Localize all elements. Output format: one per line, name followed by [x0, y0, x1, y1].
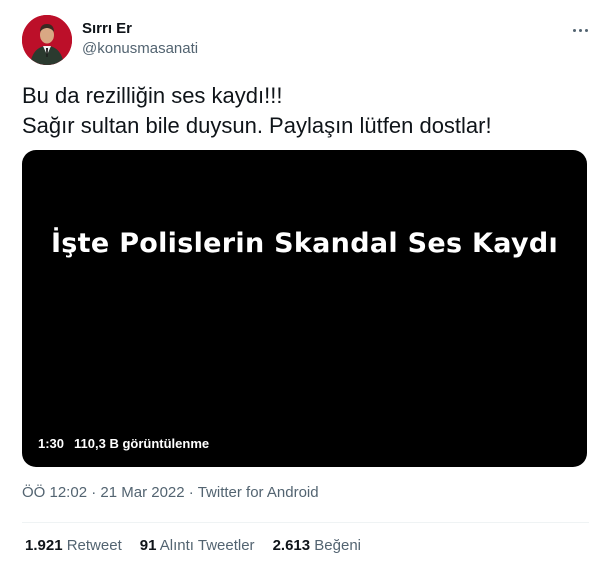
video-view-count: 110,3 B görüntülenme — [74, 436, 210, 451]
dot — [578, 28, 582, 32]
avatar[interactable] — [22, 15, 72, 65]
tweet-timestamp: ÖÖ 12:02 · 21 Mar 2022 · Twitter for And… — [22, 484, 319, 501]
dot — [572, 28, 576, 32]
retweets-label: Retweet — [66, 537, 122, 554]
separator: · — [188, 484, 194, 501]
author-display-name[interactable]: Sırrı Er — [82, 19, 198, 39]
divider — [22, 522, 589, 523]
tweet-header: Sırrı Er @konusmasanati — [22, 15, 592, 65]
retweets-stat[interactable]: 1.921 Retweet — [25, 537, 122, 554]
engagement-stats: 1.921 Retweet 91 Alıntı Tweetler 2.613 B… — [25, 537, 361, 554]
quote-tweets-label: Alıntı Tweetler — [159, 537, 255, 554]
video-duration: 1:30 — [38, 436, 65, 451]
likes-label: Beğeni — [314, 537, 361, 554]
separator: · — [91, 484, 97, 501]
tweet-time-link[interactable]: ÖÖ 12:02 · 21 Mar 2022 — [22, 484, 185, 501]
tweet-text-line-2: Sağır sultan bile duysun. Paylaşın lütfe… — [22, 113, 492, 138]
tweet-date: 21 Mar 2022 — [100, 484, 185, 501]
dot — [584, 28, 588, 32]
author-handle[interactable]: @konusmasanati — [82, 39, 198, 59]
video-meta: 1:30 110,3 B görüntülenme — [38, 436, 209, 451]
retweets-count: 1.921 — [25, 537, 63, 554]
more-horizontal-icon[interactable] — [568, 21, 592, 39]
quote-tweets-stat[interactable]: 91 Alıntı Tweetler — [140, 537, 255, 554]
author-names: Sırrı Er @konusmasanati — [82, 19, 198, 59]
video-player[interactable]: İşte Polislerin Skandal Ses Kaydı 1:30 1… — [22, 150, 587, 467]
likes-count: 2.613 — [272, 537, 311, 554]
video-overlay-title: İşte Polislerin Skandal Ses Kaydı — [50, 228, 559, 259]
tweet-text: Bu da rezilliğin ses kaydı!!! Sağır sult… — [22, 81, 582, 141]
avatar-image — [22, 15, 72, 65]
quote-tweets-count: 91 — [139, 537, 157, 554]
likes-stat[interactable]: 2.613 Beğeni — [273, 537, 361, 554]
tweet: Sırrı Er @konusmasanati Bu da rezilliğin… — [0, 0, 603, 566]
tweet-text-line-1: Bu da rezilliğin ses kaydı!!! — [22, 83, 283, 108]
tweet-time: ÖÖ 12:02 — [22, 484, 88, 501]
tweet-source-link[interactable]: Twitter for Android — [198, 484, 319, 501]
